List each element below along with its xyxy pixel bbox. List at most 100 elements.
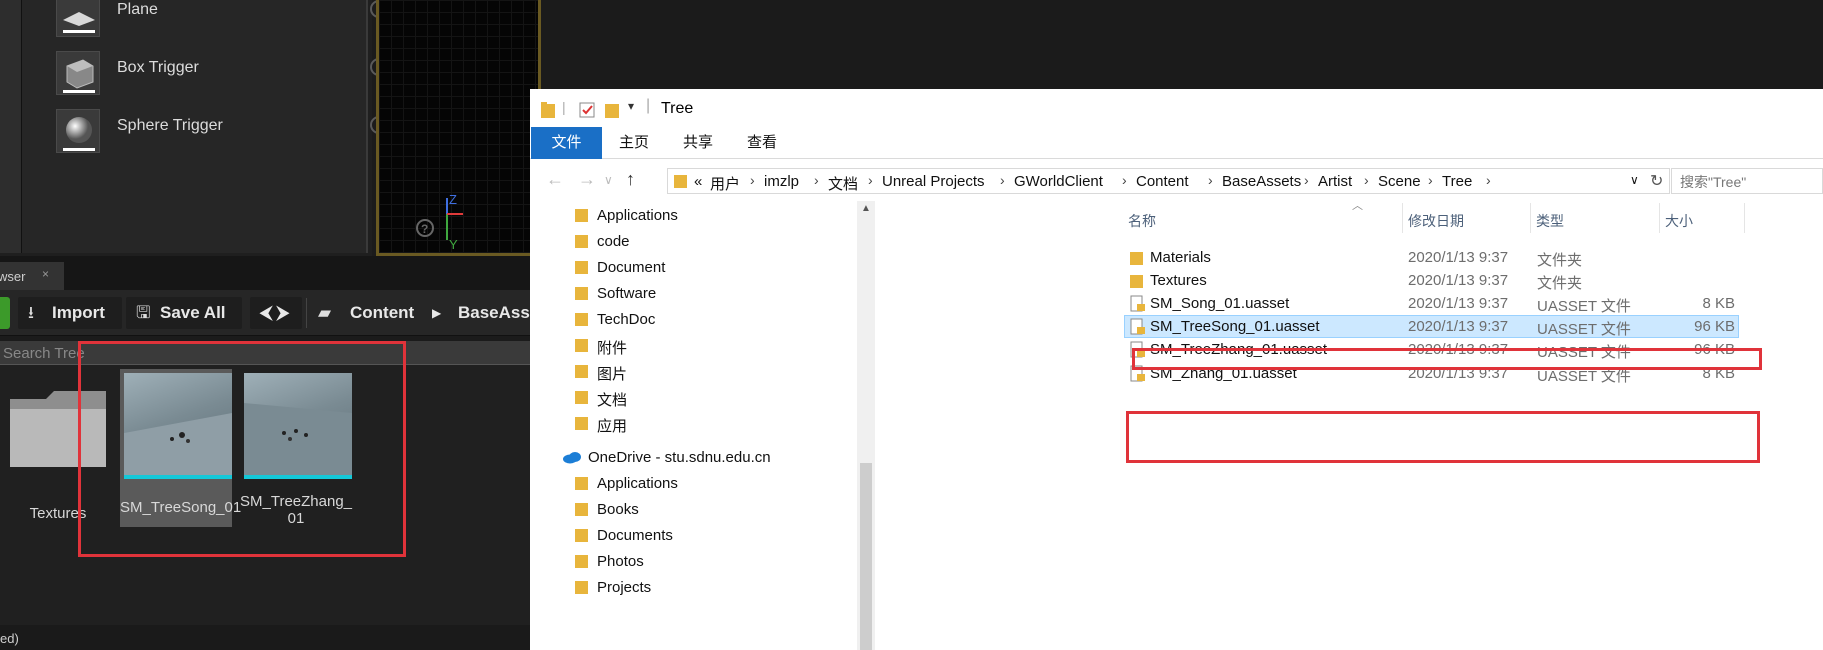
- column-divider[interactable]: [1402, 203, 1403, 233]
- divider: |: [646, 97, 651, 114]
- tab-home[interactable]: 主页: [602, 127, 666, 159]
- file-type: UASSET 文件: [1537, 321, 1631, 338]
- plane-icon: [56, 0, 100, 37]
- column-header-size[interactable]: 大小: [1665, 211, 1693, 231]
- chevron-right-icon[interactable]: ›: [814, 172, 819, 188]
- chevron-right-icon[interactable]: ›: [1122, 172, 1127, 188]
- tab-file[interactable]: 文件: [531, 127, 602, 159]
- add-new-button[interactable]: [0, 297, 10, 329]
- new-folder-icon[interactable]: [604, 101, 620, 119]
- back-arrow-icon[interactable]: ⮜: [260, 303, 272, 322]
- nav-item-label: Photos: [597, 553, 644, 570]
- breadcrumb-content[interactable]: Content: [350, 297, 414, 329]
- chevron-right-icon[interactable]: ›: [1364, 172, 1369, 188]
- address-segment[interactable]: Unreal Projects: [882, 173, 985, 190]
- up-arrow-icon[interactable]: ↑: [626, 169, 635, 190]
- scrollbar-thumb[interactable]: [860, 463, 872, 650]
- navigation-pane: Applications code Document Software Tech…: [530, 201, 878, 650]
- address-segment[interactable]: 用户: [710, 173, 740, 194]
- forward-arrow-icon[interactable]: ⮞: [277, 303, 289, 322]
- nav-item-label: Applications: [597, 475, 678, 492]
- import-label: Import: [52, 303, 105, 322]
- axis-gizmo-icon: Z X Y ?: [416, 194, 463, 250]
- chevron-right-icon[interactable]: ›: [750, 172, 755, 188]
- sort-ascending-icon: ︿: [1352, 200, 1363, 212]
- asset-sm-treezhang-01[interactable]: SM_TreeZhang_ 01: [240, 369, 352, 527]
- recent-locations-icon[interactable]: ∨: [604, 173, 613, 187]
- breadcrumb-baseassets[interactable]: BaseAss: [458, 297, 530, 329]
- nav-scrollbar[interactable]: ▲: [857, 201, 875, 650]
- tab-view[interactable]: 查看: [730, 127, 794, 159]
- folder-icon: [575, 581, 588, 594]
- back-arrow-icon[interactable]: ←: [546, 169, 564, 190]
- asset-label: Textures: [29, 505, 87, 522]
- file-row-sm-treesong-01[interactable]: SM_TreeSong_01.uasset 2020/1/13 9:37 UAS…: [1124, 315, 1739, 338]
- column-header-date[interactable]: 修改日期: [1408, 211, 1464, 231]
- folder-icon: [575, 417, 588, 430]
- chevron-right-icon[interactable]: ›: [868, 172, 873, 188]
- scroll-up-icon[interactable]: ▲: [861, 203, 871, 214]
- forward-arrow-icon[interactable]: →: [578, 169, 596, 190]
- tab-share[interactable]: 共享: [666, 127, 730, 159]
- file-name: Textures: [1150, 272, 1207, 289]
- file-row-sm-treezhang-01[interactable]: SM_TreeZhang_01.uasset 2020/1/13 9:37 UA…: [1124, 338, 1739, 361]
- address-segment[interactable]: Artist: [1318, 173, 1352, 190]
- refresh-icon[interactable]: ↻: [1650, 171, 1663, 191]
- column-header-type[interactable]: 类型: [1536, 211, 1564, 231]
- search-input[interactable]: [1680, 172, 1820, 192]
- chevron-right-icon[interactable]: ›: [1428, 172, 1433, 188]
- file-row-materials[interactable]: Materials 2020/1/13 9:37 文件夹: [1124, 246, 1739, 269]
- address-segment[interactable]: Tree: [1442, 173, 1472, 190]
- column-divider[interactable]: [1530, 203, 1531, 233]
- import-button[interactable]: ⭳ Import: [18, 297, 122, 329]
- chevron-right-icon[interactable]: ›: [1208, 172, 1213, 188]
- box-trigger-icon: [56, 51, 100, 95]
- column-divider[interactable]: [1744, 203, 1745, 233]
- address-bar[interactable]: « 用户 › imzlp › 文档 › Unreal Projects › GW…: [667, 168, 1670, 194]
- file-type: 文件夹: [1537, 252, 1583, 269]
- chevron-right-icon[interactable]: ›: [1304, 172, 1309, 188]
- properties-icon[interactable]: [578, 101, 596, 119]
- close-icon[interactable]: ×: [42, 267, 49, 281]
- file-name: SM_TreeZhang_01.uasset: [1150, 341, 1328, 358]
- chevron-right-icon[interactable]: ›: [1000, 172, 1005, 188]
- chevron-right-icon[interactable]: ›: [1486, 172, 1491, 188]
- quick-access-dropdown-icon[interactable]: ▾: [628, 99, 634, 113]
- address-segment[interactable]: GWorldClient: [1014, 173, 1103, 190]
- place-actors-panel: Plane ? Box Trigger ? Sphere Trigger ?: [0, 0, 388, 256]
- address-segment[interactable]: BaseAssets: [1222, 173, 1301, 190]
- folder-icon: [575, 477, 588, 490]
- place-item-box-trigger[interactable]: Box Trigger ?: [32, 46, 388, 96]
- save-all-button[interactable]: 🖫 Save All: [126, 297, 242, 329]
- static-mesh-thumbnail: [124, 373, 232, 479]
- file-date: 2020/1/13 9:37: [1408, 365, 1509, 382]
- file-row-sm-zhang-01[interactable]: SM_Zhang_01.uasset 2020/1/13 9:37 UASSET…: [1124, 362, 1739, 385]
- ribbon-tabs: 文件 主页 共享 查看: [530, 127, 1823, 159]
- tab-content-browser[interactable]: wser ×: [0, 262, 64, 290]
- file-row-textures[interactable]: Textures 2020/1/13 9:37 文件夹: [1124, 269, 1739, 292]
- column-divider[interactable]: [1659, 203, 1660, 233]
- folder-icon: [575, 365, 588, 378]
- nav-item-label: Projects: [597, 579, 652, 596]
- window-title: Tree: [661, 100, 694, 117]
- place-item-plane[interactable]: Plane ?: [32, 0, 388, 38]
- asset-sm-treesong-01[interactable]: SM_TreeSong_01: [120, 369, 241, 527]
- address-segment[interactable]: Scene: [1378, 173, 1421, 190]
- address-segment[interactable]: Content: [1136, 173, 1189, 190]
- address-overflow-icon[interactable]: «: [694, 173, 702, 190]
- column-header-name[interactable]: 名称: [1128, 211, 1156, 231]
- nav-item-label: 应用: [597, 418, 628, 435]
- asset-textures-folder[interactable]: Textures: [2, 365, 114, 535]
- place-item-sphere-trigger[interactable]: Sphere Trigger ?: [32, 104, 388, 154]
- nav-item-label: Document: [597, 259, 666, 276]
- asset-search-input[interactable]: [3, 342, 523, 364]
- level-viewport[interactable]: Z X Y ?: [376, 0, 541, 256]
- history-nav[interactable]: ⮜ ⮞: [250, 297, 302, 329]
- file-row-sm-song-01[interactable]: SM_Song_01.uasset 2020/1/13 9:37 UASSET …: [1124, 292, 1739, 315]
- tab-label: wser: [0, 269, 26, 284]
- address-segment[interactable]: imzlp: [764, 173, 799, 190]
- chevron-down-icon[interactable]: ∨: [1630, 173, 1639, 187]
- address-segment[interactable]: 文档: [828, 173, 858, 194]
- folder-icon: [1130, 275, 1143, 288]
- file-type: UASSET 文件: [1537, 344, 1631, 361]
